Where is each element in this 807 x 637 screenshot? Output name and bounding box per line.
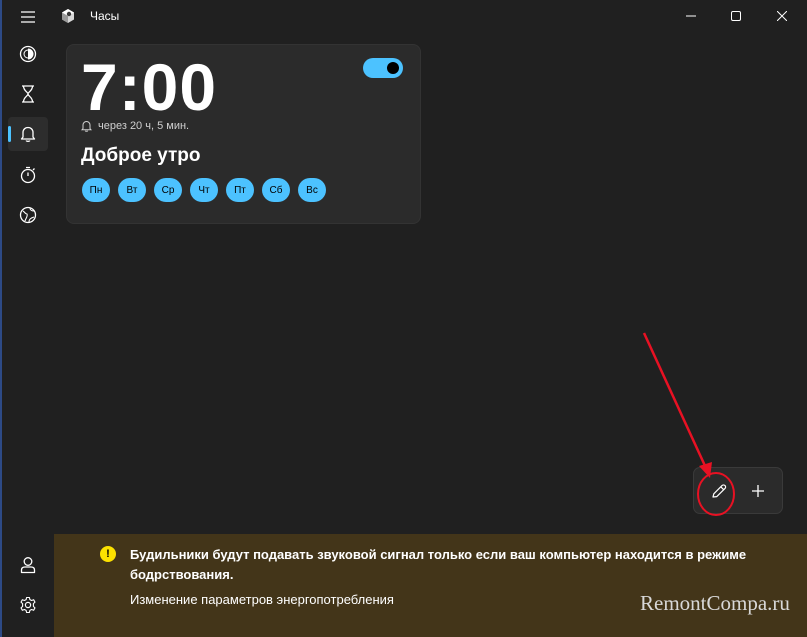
settings-button[interactable] — [8, 588, 48, 622]
power-settings-link[interactable]: Изменение параметров энергопотребления — [130, 592, 394, 607]
warning-icon: ! — [100, 546, 116, 562]
bell-icon — [81, 120, 92, 132]
world-clock-icon — [19, 206, 37, 224]
alarm-actions-bar — [693, 467, 783, 514]
nav-item-focus-sessions[interactable] — [8, 37, 48, 71]
day-badge-mon: Пн — [82, 178, 110, 202]
maximize-button[interactable] — [713, 0, 759, 32]
clock-app-window: Часы 7:00 через 20 ч, 5 мин. Доброе утро… — [0, 0, 807, 637]
repeat-days: Пн Вт Ср Чт Пт Сб Вс — [82, 178, 326, 202]
hamburger-menu-icon — [21, 11, 35, 23]
minimize-icon — [686, 15, 696, 17]
day-badge-thu: Чт — [190, 178, 218, 202]
alarm-toggle[interactable] — [363, 58, 403, 78]
timer-hourglass-icon — [22, 85, 34, 103]
minimize-button[interactable] — [668, 0, 714, 32]
time-remaining: через 20 ч, 5 мин. — [81, 120, 189, 132]
day-badge-sat: Сб — [262, 178, 290, 202]
nav-item-stopwatch[interactable] — [8, 158, 48, 192]
focus-session-icon — [19, 45, 37, 63]
maximize-icon — [731, 11, 741, 21]
warning-message: Будильники будут подавать звуковой сигна… — [130, 547, 747, 582]
title-bar: Часы — [2, 0, 807, 32]
nav-item-timer[interactable] — [8, 77, 48, 111]
time-remaining-text: через 20 ч, 5 мин. — [98, 120, 190, 132]
day-badge-wed: Ср — [154, 178, 182, 202]
watermark: RemontCompa.ru — [640, 591, 790, 615]
settings-gear-icon — [20, 596, 36, 614]
add-alarm-button[interactable] — [741, 475, 775, 507]
toggle-knob — [387, 62, 399, 74]
close-icon — [777, 11, 787, 21]
nav-item-world-clock[interactable] — [8, 198, 48, 232]
account-button[interactable] — [8, 548, 48, 582]
day-badge-fri: Пт — [226, 178, 254, 202]
alarm-name: Доброе утро — [81, 145, 201, 166]
account-icon — [20, 557, 36, 574]
alarm-card[interactable]: 7:00 через 20 ч, 5 мин. Доброе утро Пн В… — [66, 44, 421, 224]
alarm-time: 7:00 — [81, 50, 218, 124]
power-warning-infobar: ! Будильники будут подавать звуковой сиг… — [54, 534, 807, 637]
stopwatch-icon — [20, 166, 36, 184]
pencil-icon — [712, 484, 727, 498]
nav-item-alarm[interactable] — [8, 117, 48, 151]
alarm-bell-icon — [20, 126, 36, 142]
selection-indicator — [8, 126, 11, 142]
menu-button[interactable] — [8, 0, 48, 34]
plus-icon — [752, 485, 764, 497]
day-badge-sun: Вс — [298, 178, 326, 202]
day-badge-tue: Вт — [118, 178, 146, 202]
close-button[interactable] — [759, 0, 805, 32]
window-title: Часы — [90, 9, 120, 23]
edit-alarms-button[interactable] — [702, 475, 736, 507]
navigation-rail — [2, 0, 54, 637]
clock-app-icon — [60, 8, 76, 24]
